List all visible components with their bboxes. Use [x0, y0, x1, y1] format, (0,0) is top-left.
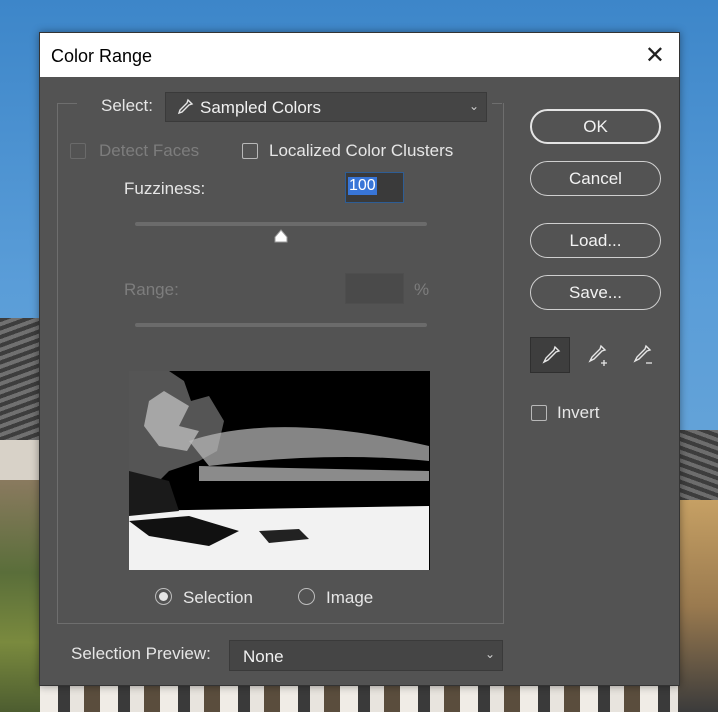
background-trees-left	[0, 480, 40, 712]
chevron-down-icon: ⌄	[468, 99, 479, 113]
selection-preview-value: None	[243, 647, 284, 666]
background-roof-left	[0, 318, 40, 448]
background-eave-left	[0, 440, 40, 480]
chevron-down-icon: ⌄	[484, 647, 495, 661]
select-label: Select:	[101, 96, 153, 115]
fuzziness-label: Fuzziness:	[124, 179, 206, 198]
load-button[interactable]: Load...	[530, 223, 661, 258]
background-building-bottom	[40, 684, 678, 712]
eyedropper-icon	[542, 345, 561, 364]
select-value: Sampled Colors	[200, 98, 321, 117]
close-icon[interactable]: ✕	[645, 41, 665, 70]
image-radio[interactable]	[298, 588, 315, 605]
image-radio-label: Image	[326, 588, 374, 607]
invert-label: Invert	[557, 403, 600, 422]
eyedropper-button[interactable]	[530, 337, 570, 373]
range-input	[345, 273, 404, 304]
detect-faces-label: Detect Faces	[99, 141, 200, 160]
fuzziness-value: 100	[348, 177, 377, 195]
range-slider	[135, 323, 427, 327]
range-label: Range:	[124, 280, 179, 299]
background-roof-right	[678, 430, 718, 500]
eyedropper-icon	[176, 98, 194, 121]
background-building-right	[678, 500, 718, 712]
detect-faces-checkbox	[70, 143, 86, 159]
color-range-dialog: Color Range ✕ Select: Sampled Colors ⌄ D…	[39, 32, 680, 686]
selection-radio-label: Selection	[183, 588, 253, 607]
eyedropper-plus-button[interactable]	[577, 337, 617, 373]
selection-radio[interactable]	[155, 588, 172, 605]
localized-clusters-checkbox[interactable]	[242, 143, 258, 159]
fuzziness-slider[interactable]	[135, 222, 427, 226]
selection-preview-label: Selection Preview:	[71, 644, 211, 663]
dialog-title: Color Range	[51, 46, 153, 66]
save-button[interactable]: Save...	[530, 275, 661, 310]
fuzziness-slider-thumb[interactable]	[273, 229, 289, 243]
invert-checkbox[interactable]	[531, 405, 547, 421]
localized-clusters-label: Localized Color Clusters	[269, 141, 454, 160]
ok-button[interactable]: OK	[530, 109, 661, 144]
eyedropper-minus-button[interactable]	[622, 337, 662, 373]
eyedropper-minus-icon	[633, 344, 652, 364]
select-dropdown[interactable]: Sampled Colors ⌄	[165, 92, 487, 122]
selection-preview-image	[129, 371, 430, 570]
title-bar[interactable]: Color Range ✕	[40, 33, 679, 77]
fuzziness-input[interactable]: 100	[345, 172, 404, 203]
eyedropper-plus-icon	[588, 344, 607, 366]
selection-preview-dropdown[interactable]: None ⌄	[229, 640, 503, 671]
range-unit: %	[414, 280, 430, 299]
cancel-button[interactable]: Cancel	[530, 161, 661, 196]
